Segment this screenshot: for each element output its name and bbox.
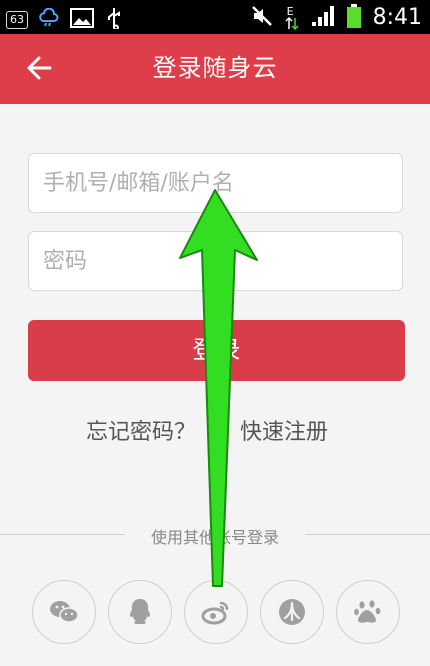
gallery-icon bbox=[70, 8, 94, 32]
account-input[interactable] bbox=[29, 154, 402, 212]
app-bar: 登录随身云 bbox=[0, 34, 430, 104]
status-time: 8:41 bbox=[372, 5, 422, 30]
qq-icon bbox=[129, 599, 151, 624]
password-input[interactable] bbox=[29, 232, 402, 290]
notification-badge-icon: 63 bbox=[6, 11, 28, 29]
usb-icon bbox=[104, 7, 124, 33]
baidu-icon bbox=[354, 600, 381, 623]
wechat-icon bbox=[50, 601, 79, 623]
signal-icon bbox=[311, 5, 335, 31]
status-bar-left: 63 bbox=[6, 7, 124, 33]
weibo-icon bbox=[201, 601, 229, 625]
wechat-login-button[interactable] bbox=[32, 580, 96, 644]
other-login-divider: 使用其他帐号登录 bbox=[0, 522, 430, 547]
account-field bbox=[28, 153, 403, 213]
data-transfer-icon: E bbox=[285, 5, 299, 31]
renren-icon bbox=[279, 599, 305, 625]
status-bar-right: E 8:41 bbox=[251, 4, 422, 32]
mute-icon bbox=[251, 5, 273, 31]
social-login-row bbox=[32, 580, 402, 646]
renren-login-button[interactable] bbox=[260, 580, 324, 644]
login-button[interactable]: 登录 bbox=[28, 320, 405, 381]
auth-links: 忘记密码？ 快速注册 bbox=[0, 414, 430, 446]
battery-icon bbox=[346, 4, 361, 32]
page-title: 登录随身云 bbox=[152, 54, 278, 82]
status-bar: 63 E 8:41 bbox=[0, 0, 430, 34]
weather-icon bbox=[38, 7, 60, 32]
divider-line-right bbox=[305, 534, 430, 535]
forgot-password-link[interactable]: 忘记密码？ bbox=[86, 414, 196, 446]
qq-login-button[interactable] bbox=[108, 580, 172, 644]
password-field bbox=[28, 231, 403, 291]
other-login-label: 使用其他帐号登录 bbox=[150, 528, 279, 547]
weibo-login-button[interactable] bbox=[184, 580, 248, 644]
register-link[interactable]: 快速注册 bbox=[240, 414, 328, 446]
baidu-login-button[interactable] bbox=[336, 580, 400, 644]
